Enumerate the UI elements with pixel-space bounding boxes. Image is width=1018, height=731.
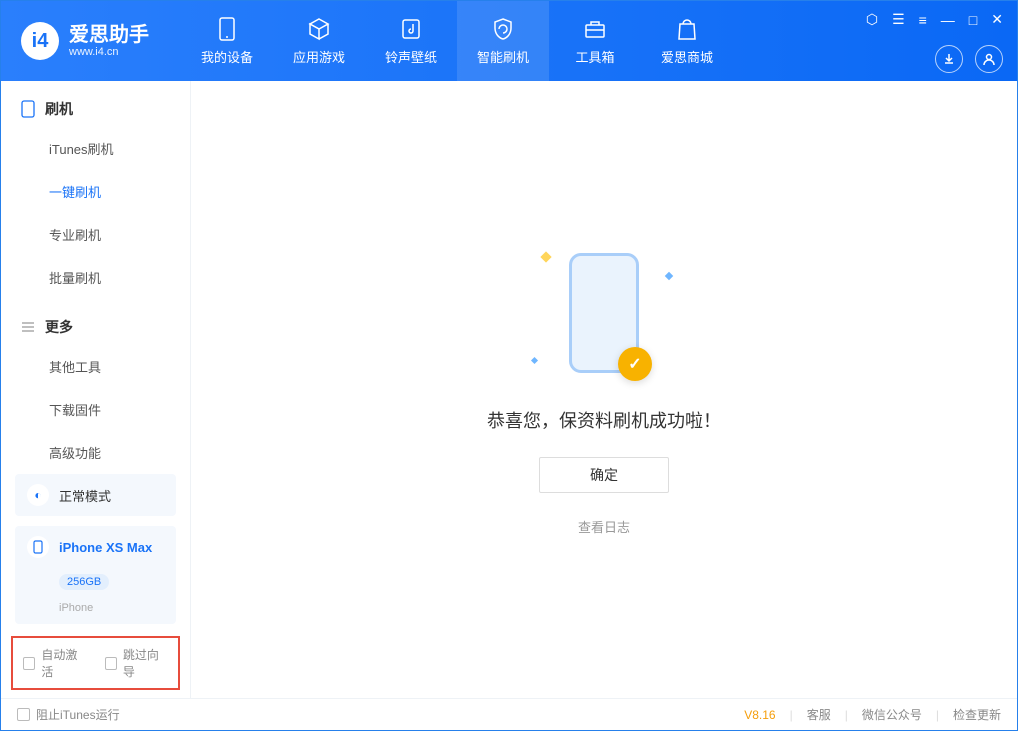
download-button[interactable] xyxy=(935,45,963,73)
mode-card[interactable]: ◐ 正常模式 xyxy=(15,474,176,516)
sidebar-section-flash: 刷机 xyxy=(1,99,190,119)
device-name: iPhone XS Max xyxy=(59,540,152,555)
app-url: www.i4.cn xyxy=(69,46,149,58)
device-phone-icon xyxy=(27,536,49,558)
sidebar-item-oneclick-flash[interactable]: 一键刷机 xyxy=(1,170,190,213)
list-lines-icon xyxy=(21,320,35,334)
main-content: ✓ 恭喜您，保资料刷机成功啦！ 确定 查看日志 xyxy=(191,81,1017,698)
checkbox-skip-guide[interactable]: 跳过向导 xyxy=(105,646,169,680)
sidebar-item-itunes-flash[interactable]: iTunes刷机 xyxy=(1,127,190,170)
toolbox-icon xyxy=(583,17,607,41)
view-log-link[interactable]: 查看日志 xyxy=(578,517,630,536)
tshirt-icon[interactable]: ⬡ xyxy=(866,11,878,28)
check-icon: ✓ xyxy=(618,347,652,381)
refresh-shield-icon xyxy=(491,17,515,41)
checkbox-box xyxy=(105,657,117,670)
user-button[interactable] xyxy=(975,45,1003,73)
sidebar-item-advanced[interactable]: 高级功能 xyxy=(1,431,190,474)
device-type: iPhone xyxy=(59,602,93,614)
nav-my-device[interactable]: 我的设备 xyxy=(181,1,273,81)
nav-toolbox[interactable]: 工具箱 xyxy=(549,1,641,81)
phone-icon xyxy=(215,17,239,41)
support-link[interactable]: 客服 xyxy=(807,706,831,723)
app-name: 爱思助手 xyxy=(69,24,149,46)
music-note-icon xyxy=(399,17,423,41)
sidebar-item-pro-flash[interactable]: 专业刷机 xyxy=(1,213,190,256)
cube-icon xyxy=(307,17,331,41)
list-icon[interactable]: ☰ xyxy=(892,11,905,28)
shopping-bag-icon xyxy=(675,17,699,41)
minimize-button[interactable]: — xyxy=(941,12,955,28)
checkbox-box xyxy=(23,657,35,670)
close-button[interactable]: ✕ xyxy=(991,11,1003,28)
ok-button[interactable]: 确定 xyxy=(539,457,669,493)
titlebar: i4 爱思助手 www.i4.cn 我的设备 应用游戏 铃声壁纸 智能刷机 工具… xyxy=(1,1,1017,81)
window-controls: ⬡ ☰ ≡ — □ ✕ xyxy=(866,11,1003,28)
device-card[interactable]: iPhone XS Max 256GB iPhone xyxy=(15,526,176,624)
sidebar-item-other-tools[interactable]: 其他工具 xyxy=(1,345,190,388)
maximize-button[interactable]: □ xyxy=(969,12,977,28)
app-logo: i4 爱思助手 www.i4.cn xyxy=(1,1,181,81)
nav-smart-flash[interactable]: 智能刷机 xyxy=(457,1,549,81)
checkbox-auto-activate[interactable]: 自动激活 xyxy=(23,646,87,680)
check-update-link[interactable]: 检查更新 xyxy=(953,706,1001,723)
checkbox-block-itunes[interactable]: 阻止iTunes运行 xyxy=(17,706,120,723)
nav-store[interactable]: 爱思商城 xyxy=(641,1,733,81)
wechat-link[interactable]: 微信公众号 xyxy=(862,706,922,723)
nav-apps-games[interactable]: 应用游戏 xyxy=(273,1,365,81)
sidebar-item-batch-flash[interactable]: 批量刷机 xyxy=(1,256,190,299)
nav-ringtones[interactable]: 铃声壁纸 xyxy=(365,1,457,81)
statusbar: 阻止iTunes运行 V8.16 | 客服 | 微信公众号 | 检查更新 xyxy=(1,698,1017,730)
mode-icon: ◐ xyxy=(27,484,49,506)
success-message: 恭喜您，保资料刷机成功啦！ xyxy=(487,407,721,433)
version-label: V8.16 xyxy=(744,708,775,722)
phone-outline-icon xyxy=(21,100,35,118)
app-logo-badge: i4 xyxy=(21,22,59,60)
menu-icon[interactable]: ≡ xyxy=(919,12,927,28)
highlighted-options: 自动激活 跳过向导 xyxy=(11,636,180,690)
checkbox-box xyxy=(17,708,30,721)
success-illustration: ✓ xyxy=(524,243,684,383)
device-storage: 256GB xyxy=(59,574,109,590)
sidebar: 刷机 iTunes刷机 一键刷机 专业刷机 批量刷机 更多 其他工具 下载固件 … xyxy=(1,81,191,698)
sidebar-item-download-firmware[interactable]: 下载固件 xyxy=(1,388,190,431)
sidebar-section-more: 更多 xyxy=(1,317,190,337)
